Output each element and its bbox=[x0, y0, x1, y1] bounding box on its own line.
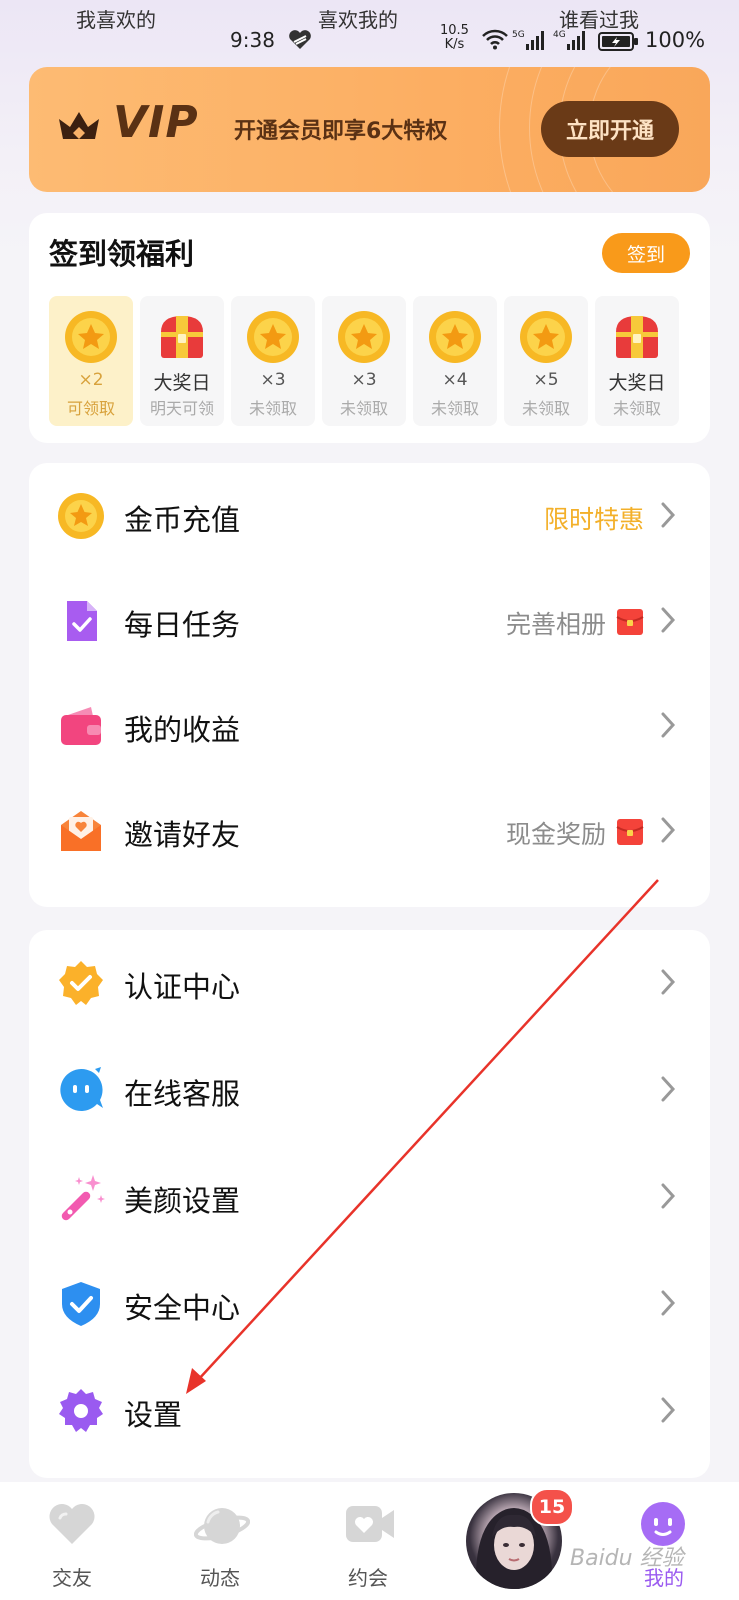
chevron-right-icon bbox=[661, 1397, 676, 1423]
menu-item-my-earnings[interactable]: 我的收益 bbox=[29, 673, 710, 780]
sign-day-2[interactable]: 大奖日 明天可领 bbox=[140, 296, 224, 426]
menu-item-coin-recharge[interactable]: 金币充值 限时特惠 bbox=[29, 463, 710, 570]
menu-item-settings[interactable]: 设置 bbox=[29, 1358, 710, 1465]
status-bar: 9:38 10.5 K/s 5G 4G 100% bbox=[0, 24, 739, 58]
chevron-right-icon bbox=[661, 1183, 676, 1209]
battery-icon bbox=[598, 32, 640, 57]
menu-item-verification-center[interactable]: 认证中心 bbox=[29, 930, 710, 1037]
vip-banner[interactable]: VIP 开通会员即享6大特权 立即开通 bbox=[29, 67, 710, 192]
coin-icon bbox=[65, 311, 117, 363]
chevron-right-icon bbox=[661, 1076, 676, 1102]
net-speed: 10.5 K/s bbox=[440, 23, 469, 52]
coin-icon bbox=[520, 311, 572, 363]
chevron-right-icon bbox=[661, 1290, 676, 1316]
chevron-right-icon bbox=[661, 969, 676, 995]
battery-percentage: 100% bbox=[645, 28, 706, 52]
signal-5g-icon: 5G bbox=[512, 28, 550, 57]
shield-icon bbox=[62, 1282, 100, 1326]
promo-label: 限时特惠 bbox=[543, 505, 644, 534]
signal-4g-icon: 4G bbox=[553, 28, 591, 57]
menu-item-security-center[interactable]: 安全中心 bbox=[29, 1251, 710, 1358]
chat-bubble-icon bbox=[60, 1067, 103, 1111]
nav-tab-dating[interactable]: 约会 bbox=[308, 1482, 428, 1600]
svg-text:4G: 4G bbox=[553, 30, 566, 40]
sign-day-7[interactable]: 大奖日 未领取 bbox=[595, 296, 679, 426]
sign-in-button[interactable]: 签到 bbox=[602, 233, 690, 273]
coin-icon bbox=[58, 493, 104, 539]
task-hint: 完善相册 bbox=[505, 610, 606, 639]
red-envelope-icon bbox=[616, 819, 644, 845]
chevron-right-icon bbox=[661, 817, 676, 843]
chevron-right-icon bbox=[661, 607, 676, 633]
coin-icon bbox=[429, 311, 481, 363]
red-envelope-icon bbox=[616, 609, 644, 635]
sign-day-4[interactable]: ×3 未领取 bbox=[322, 296, 406, 426]
svg-text:5G: 5G bbox=[512, 30, 525, 40]
sign-day-3[interactable]: ×3 未领取 bbox=[231, 296, 315, 426]
sign-day-5[interactable]: ×4 未领取 bbox=[413, 296, 497, 426]
invite-hint: 现金奖励 bbox=[505, 820, 606, 849]
notification-badge: 15 bbox=[530, 1488, 574, 1526]
vip-open-button[interactable]: 立即开通 bbox=[541, 101, 679, 157]
video-camera-icon bbox=[346, 1506, 394, 1542]
menu-group-wallet: 金币充值 限时特惠 每日任务 完善相册 我的收益 邀请好友 现金奖励 bbox=[29, 463, 710, 907]
sign-in-days: ×2 可领取 大奖日 明天可领 ×3 未领取 ×3 未领取 ×4 未领取 ×5 … bbox=[49, 296, 700, 426]
sign-day-6[interactable]: ×5 未领取 bbox=[504, 296, 588, 426]
chevron-right-icon bbox=[661, 502, 676, 528]
treasure-chest-icon bbox=[161, 316, 203, 358]
sign-in-title: 签到领福利 bbox=[49, 237, 195, 271]
menu-item-online-support[interactable]: 在线客服 bbox=[29, 1037, 710, 1144]
menu-group-account: 认证中心 在线客服 美颜设置 安全中心 设置 bbox=[29, 930, 710, 1478]
watermark: Baidu 经验 bbox=[570, 1546, 684, 1571]
magic-wand-icon bbox=[61, 1175, 105, 1221]
gear-icon bbox=[59, 1389, 103, 1432]
invite-icon bbox=[61, 811, 101, 851]
chevron-right-icon bbox=[661, 712, 676, 738]
coin-icon bbox=[247, 311, 299, 363]
vip-logo: VIP bbox=[113, 97, 199, 148]
sign-in-card: 签到领福利 签到 ×2 可领取 大奖日 明天可领 ×3 未领取 ×3 未领取 ×… bbox=[29, 213, 710, 443]
task-icon bbox=[67, 601, 97, 641]
crown-icon bbox=[57, 109, 101, 149]
sign-day-1[interactable]: ×2 可领取 bbox=[49, 296, 133, 426]
nav-tab-friends[interactable]: 交友 bbox=[12, 1482, 132, 1600]
bottom-nav: 交友 动态 约会 15 我的 Baidu 经验 bbox=[0, 1482, 739, 1600]
heart-status-icon bbox=[288, 30, 312, 55]
treasure-chest-icon bbox=[616, 316, 658, 358]
clock: 9:38 bbox=[230, 28, 275, 52]
nav-tab-moments[interactable]: 动态 bbox=[160, 1482, 280, 1600]
heart-icon bbox=[49, 1504, 95, 1544]
wallet-icon bbox=[61, 707, 101, 745]
verify-badge-icon bbox=[59, 961, 103, 1005]
menu-item-invite-friends[interactable]: 邀请好友 现金奖励 bbox=[29, 778, 710, 885]
planet-icon bbox=[194, 1508, 250, 1544]
wifi-icon bbox=[482, 28, 508, 55]
menu-item-daily-task[interactable]: 每日任务 完善相册 bbox=[29, 568, 710, 675]
coin-icon bbox=[338, 311, 390, 363]
vip-description: 开通会员即享6大特权 bbox=[234, 119, 448, 144]
menu-item-beauty-settings[interactable]: 美颜设置 bbox=[29, 1144, 710, 1251]
